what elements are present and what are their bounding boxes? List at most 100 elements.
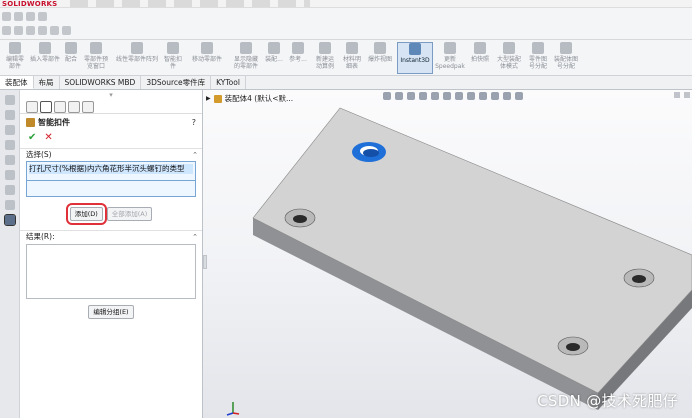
pm-title: 智能扣件 <box>38 117 70 127</box>
bill-of-materials-button[interactable]: 材料明 细表 <box>340 42 364 74</box>
configuration-manager-tab-icon[interactable] <box>54 101 66 113</box>
part-number-assign-button[interactable]: 零件图 号分配 <box>526 42 550 74</box>
bom-icon <box>346 42 358 54</box>
scene-icon[interactable] <box>4 185 15 195</box>
view-orientation-icon[interactable] <box>443 91 451 100</box>
part-model[interactable] <box>203 90 692 418</box>
view-icon[interactable] <box>26 12 35 21</box>
view-settings-icon[interactable] <box>503 91 511 100</box>
zoom-to-fit-icon[interactable] <box>383 91 391 100</box>
layers-icon[interactable] <box>4 140 15 150</box>
dimension-icon[interactable] <box>38 26 47 35</box>
ok-icon[interactable]: ✔ <box>28 132 36 143</box>
new-motion-study-button[interactable]: 新建运 动算例 <box>312 42 338 74</box>
selection-buttons: 添加(D) 全部添加(A) <box>20 202 202 226</box>
update-speedpak-button[interactable]: 更新 Speedpak <box>434 42 466 74</box>
appearance-icon[interactable] <box>4 170 15 180</box>
monitor-icon[interactable] <box>515 91 523 100</box>
hole-left[interactable] <box>284 208 316 228</box>
view-orient-icon[interactable] <box>4 95 15 105</box>
snapshot-button[interactable]: 拍快照 <box>468 42 492 74</box>
help-icon[interactable]: ? <box>192 118 196 127</box>
tab-layout[interactable]: 布局 <box>34 76 60 89</box>
reference-geometry-button[interactable]: 参考... <box>286 42 310 74</box>
assembly-number-assign-button[interactable]: 装配体图 号分配 <box>551 42 581 74</box>
edit-grouping-button[interactable]: 编辑分组(E) <box>88 305 134 319</box>
select-icon[interactable] <box>2 12 11 21</box>
feature-tree-flyout[interactable]: ▶ 装配体4 (默认<默... <box>206 93 293 104</box>
hole-right[interactable] <box>623 268 655 288</box>
display-style-icon[interactable] <box>455 91 463 100</box>
results-list[interactable] <box>26 244 196 299</box>
edit-component-button[interactable]: 编辑零 部件 <box>2 42 28 74</box>
collapse-arrow-icon[interactable]: ▾ <box>20 90 202 100</box>
tab-assembly[interactable]: 装配体 <box>0 76 34 89</box>
previous-view-icon[interactable] <box>407 91 415 100</box>
rebuild-icon[interactable] <box>4 200 15 210</box>
populate-all-button[interactable]: 全部添加(A) <box>106 207 153 221</box>
instant3d-button[interactable]: Instant3D <box>397 42 433 74</box>
selection-header-label: 选择(S) <box>26 150 52 159</box>
tab-mbd[interactable]: SOLIDWORKS MBD <box>60 76 142 89</box>
panel-collapse-handle[interactable] <box>203 255 207 269</box>
selection-list[interactable]: 打孔尺寸(%根据)内六角花形半沉头螺钉的类型 <box>26 161 196 181</box>
heads-up-view-toolbar <box>383 90 523 101</box>
cube-icon[interactable] <box>4 125 15 135</box>
sketch-icon[interactable] <box>2 26 11 35</box>
apply-scene-icon[interactable] <box>491 91 499 100</box>
linear-pattern-button[interactable]: 线性零部件阵列 <box>112 42 162 74</box>
large-assembly-mode-button[interactable]: 大型装配 体模式 <box>494 42 524 74</box>
show-hidden-components-button[interactable]: 显示隐藏 的零部件 <box>229 42 263 74</box>
assembly-features-button[interactable]: 装配... <box>263 42 285 74</box>
dimxpert-tab-icon[interactable] <box>68 101 80 113</box>
point-icon[interactable] <box>26 26 35 35</box>
snap-icon[interactable] <box>50 26 59 35</box>
dynamic-annotation-icon[interactable] <box>431 91 439 100</box>
minimize-viewport-icon[interactable] <box>674 92 680 98</box>
hole-highlighted[interactable] <box>352 142 386 162</box>
property-manager: ▾ 智能扣件 ? ✔ ✕ 选择(S) ⌃ 打孔尺寸(%根据)内六角花形半沉头螺钉… <box>20 90 203 418</box>
property-manager-tab-icon[interactable] <box>40 101 52 113</box>
pm-header: 智能扣件 <box>20 114 202 130</box>
tab-kytool[interactable]: KYTool <box>211 76 246 89</box>
menu-bar[interactable] <box>70 0 310 7</box>
chevron-up-icon[interactable]: ⌃ <box>192 233 198 241</box>
zoom-area-icon[interactable] <box>395 91 403 100</box>
restore-viewport-icon[interactable] <box>684 92 690 98</box>
instant3d-icon <box>409 43 421 55</box>
hole-bottom[interactable] <box>557 336 589 356</box>
move-component-button[interactable]: 移动零部件 <box>186 42 228 74</box>
chevron-up-icon[interactable]: ⌃ <box>192 151 198 159</box>
selection-list-item[interactable]: 打孔尺寸(%根据)内六角花形半沉头螺钉的类型 <box>29 164 193 174</box>
measure-icon[interactable] <box>4 155 15 165</box>
edit-appearance-icon[interactable] <box>479 91 487 100</box>
mate-icon <box>65 42 77 54</box>
cancel-icon[interactable]: ✕ <box>44 132 52 143</box>
component-preview-icon <box>90 42 102 54</box>
selection-section-header[interactable]: 选择(S) ⌃ <box>20 148 202 160</box>
grid-icon[interactable] <box>14 12 23 21</box>
insert-component-button[interactable]: 插入零部件 <box>28 42 62 74</box>
component-preview-button[interactable]: 零部件预 览窗口 <box>80 42 112 74</box>
hide-show-icon[interactable] <box>467 91 475 100</box>
add-button[interactable]: 添加(D) <box>65 203 107 225</box>
selection-list-empty-area[interactable] <box>26 181 196 197</box>
exploded-view-button[interactable]: 爆炸视图 <box>364 42 396 74</box>
graphics-area[interactable]: ▶ 装配体4 (默认<默... CSDN @技术死肥仔 <box>203 90 692 418</box>
command-manager-ribbon: 编辑零 部件 插入零部件 配合 零部件预 览窗口 线性零部件阵列 智能扣 件 移… <box>0 40 692 76</box>
feature-manager-tab-icon[interactable] <box>26 101 38 113</box>
display-manager-tab-icon[interactable] <box>82 101 94 113</box>
insert-component-icon <box>39 42 51 54</box>
mate-button[interactable]: 配合 <box>62 42 80 74</box>
exploded-view-icon <box>374 42 386 54</box>
filter-icon[interactable] <box>38 12 47 21</box>
section-view-icon[interactable] <box>419 91 427 100</box>
smart-fastener-tool-icon[interactable] <box>3 214 16 226</box>
display-icon[interactable] <box>62 26 71 35</box>
tab-3dsource[interactable]: 3DSource零件库 <box>141 76 212 89</box>
smart-fasteners-button[interactable]: 智能扣 件 <box>162 42 184 74</box>
results-section-header[interactable]: 结果(R): ⌃ <box>20 230 202 242</box>
line-icon[interactable] <box>14 26 23 35</box>
section-icon[interactable] <box>4 110 15 120</box>
expand-arrow-icon[interactable]: ▶ <box>206 95 211 102</box>
